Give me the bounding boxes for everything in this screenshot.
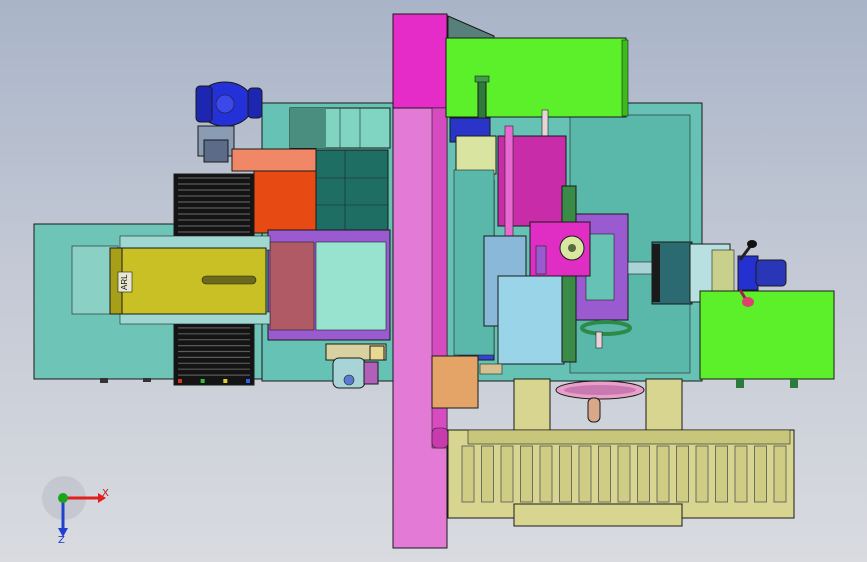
rack-slat (695, 445, 709, 503)
brown-bracket (431, 355, 479, 409)
rack-slat (539, 445, 553, 503)
rack-slat (676, 445, 689, 503)
rack-slat (578, 445, 592, 503)
khaki-rack-bottom (513, 503, 683, 527)
right-lime-box (699, 290, 835, 380)
rack-slat (520, 445, 533, 503)
rack-slat (754, 445, 767, 503)
upper-heatsink (173, 173, 255, 243)
salmon-block (231, 148, 317, 172)
purple-side-panel (535, 245, 547, 275)
khaki-rack-top (467, 429, 791, 445)
rack-slat (773, 445, 787, 503)
left-feet-2 (143, 378, 151, 382)
rack-slat (715, 445, 728, 503)
rack-slat (656, 445, 670, 503)
khaki-leg-left (513, 378, 551, 432)
heatsink-marker (246, 379, 250, 383)
right-lime-foot-2 (790, 378, 798, 388)
right-blue-knob (755, 259, 787, 287)
right-motor-flange (652, 244, 660, 302)
small-pin (595, 331, 603, 349)
top-pin (541, 109, 549, 139)
top-cylinder-shade (290, 108, 326, 148)
gear-housing (315, 149, 389, 231)
rack-slat (617, 445, 631, 503)
rack-slat (500, 445, 514, 503)
heatsink-marker (223, 379, 228, 383)
lower-heatsink (173, 317, 255, 386)
rack-slats (461, 445, 787, 503)
heatsink-marker (200, 379, 205, 383)
lime-box-wedge (447, 15, 495, 41)
brown-inner-panel (269, 241, 315, 331)
pale-window (315, 241, 387, 331)
top-post-cap (474, 75, 490, 83)
right-lime-foot-1 (736, 378, 744, 388)
rack-slat (637, 445, 650, 503)
bottom-spindle (325, 343, 387, 389)
lime-box-lip (621, 39, 629, 117)
carriage-slot (201, 275, 257, 285)
coordinate-triad: X Z (42, 476, 109, 546)
left-feet-1 (100, 378, 108, 383)
rack-slat (481, 445, 494, 503)
cad-model-render[interactable]: ARL X Z (0, 0, 867, 562)
triad-x-label: X (102, 488, 109, 499)
rack-slat (461, 445, 475, 503)
cad-viewport[interactable]: ARL X Z (0, 0, 867, 562)
orange-block (253, 170, 317, 234)
pink-base-tab (431, 427, 449, 449)
pink-handwheel[interactable] (555, 380, 645, 423)
lime-box (445, 37, 627, 118)
right-blue-cap (737, 255, 759, 291)
right-coupler-ring (711, 249, 735, 297)
heatsink-marker (178, 379, 182, 383)
brown-bracket-top (479, 363, 503, 375)
rack-slat (734, 445, 748, 503)
magenta-column-top (392, 13, 448, 109)
light-blue-base (497, 275, 565, 365)
rack-slat (559, 445, 572, 503)
rack-slat (598, 445, 611, 503)
triad-z-label: Z (58, 535, 65, 546)
label-plate-text: ARL (120, 274, 129, 290)
gear-stack (455, 135, 497, 175)
khaki-leg-right (645, 378, 683, 432)
